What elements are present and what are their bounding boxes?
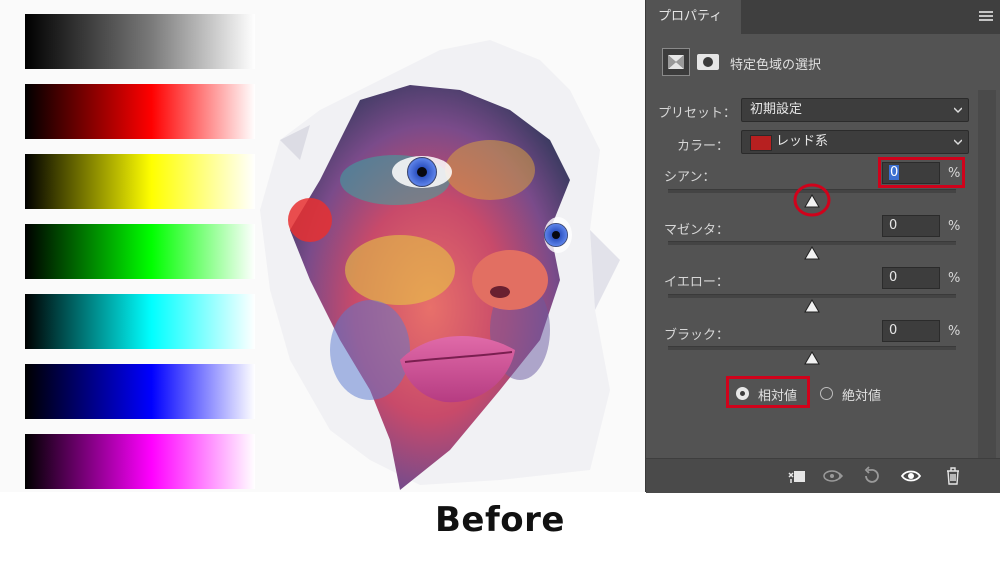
preset-value: 初期設定	[750, 102, 803, 117]
preset-dropdown[interactable]: 初期設定	[741, 98, 969, 122]
magenta-slider-thumb[interactable]	[804, 246, 820, 260]
gradient-strip-cyan	[25, 294, 255, 349]
color-value: レッド系	[776, 134, 829, 149]
absolute-label[interactable]: 絶対値	[842, 385, 881, 404]
highlight-cyan-input	[878, 157, 965, 188]
tab-properties[interactable]: プロパティ	[646, 0, 741, 34]
gradient-strip-yellow	[25, 154, 255, 209]
black-label: ブラック：	[664, 328, 730, 343]
panel-menu-icon[interactable]	[979, 11, 993, 23]
view-previous-state-icon[interactable]	[822, 465, 844, 487]
visibility-eye-icon[interactable]	[900, 465, 922, 487]
clip-to-layer-icon[interactable]	[786, 465, 808, 487]
chevron-down-icon	[954, 139, 962, 146]
black-slider-track[interactable]	[668, 346, 956, 350]
panel-header-title: 特定色域の選択	[730, 58, 822, 73]
black-value-input[interactable]: 0	[882, 320, 940, 342]
relative-radio[interactable]	[736, 387, 749, 400]
highlight-cyan-thumb	[793, 183, 831, 217]
gradient-strip-blue	[25, 364, 255, 419]
chevron-down-icon	[954, 107, 962, 114]
gradient-strip-green	[25, 224, 255, 279]
cyan-label: シアン：	[664, 170, 716, 185]
relative-label[interactable]: 相対値	[758, 385, 797, 404]
layer-mask-icon[interactable]	[696, 50, 720, 74]
yellow-slider-thumb[interactable]	[804, 299, 820, 313]
panel-scrollbar[interactable]	[978, 90, 996, 458]
gradient-strip-gray	[25, 14, 255, 69]
color-dropdown[interactable]: レッド系	[741, 130, 969, 154]
preset-label: プリセット：	[658, 106, 737, 121]
magenta-value-input[interactable]: 0	[882, 215, 940, 237]
color-swatch	[750, 135, 772, 151]
yellow-slider-track[interactable]	[668, 294, 956, 298]
torn-paper-face-photo	[260, 40, 620, 490]
magenta-label: マゼンタ：	[664, 223, 730, 238]
properties-panel: プロパティ 特定色域の選択 プリセット： 初期設定 カラー： レッド系 シアン：…	[645, 0, 1000, 493]
yellow-value-input[interactable]: 0	[882, 267, 940, 289]
yellow-label: イエロー：	[664, 275, 729, 290]
absolute-radio[interactable]	[820, 387, 833, 400]
document-canvas[interactable]	[0, 0, 645, 492]
gradient-strip-red	[25, 84, 255, 139]
magenta-percent: %	[948, 219, 961, 234]
panel-footer	[646, 458, 1000, 493]
gradient-strip-magenta	[25, 434, 255, 489]
reset-icon[interactable]	[860, 465, 882, 487]
before-caption: Before	[435, 500, 565, 540]
black-percent: %	[948, 324, 961, 339]
adjustment-layer-icon[interactable]	[662, 48, 690, 76]
yellow-percent: %	[948, 271, 961, 286]
trash-icon[interactable]	[942, 465, 964, 487]
panel-tab-bar: プロパティ	[646, 0, 1000, 34]
color-label: カラー：	[677, 139, 730, 154]
black-slider-thumb[interactable]	[804, 351, 820, 365]
magenta-slider-track[interactable]	[668, 241, 956, 245]
